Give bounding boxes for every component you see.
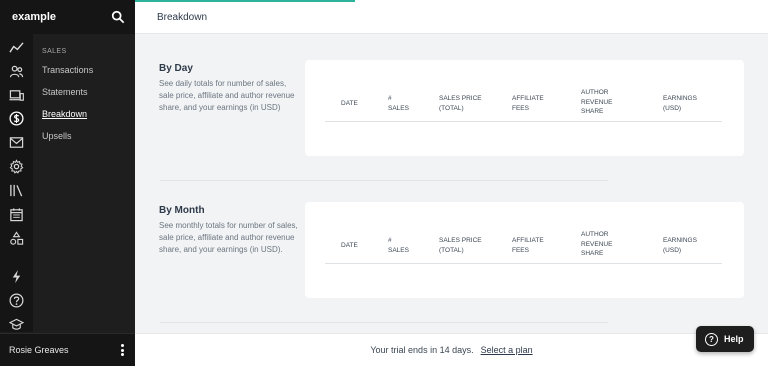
section-description: See daily totals for number of sales, sa… bbox=[159, 79, 295, 112]
dollar-icon[interactable] bbox=[9, 111, 24, 126]
loading-bar bbox=[135, 0, 355, 2]
by-day-table-card: DATE # SALES SALES PRICE (TOTAL) AFFILIA… bbox=[305, 60, 744, 156]
col-affiliate-fees: AFFILIATE FEES bbox=[512, 237, 544, 254]
help-label: Help bbox=[724, 334, 744, 344]
by-month-table-card: DATE # SALES SALES PRICE (TOTAL) AFFILIA… bbox=[305, 202, 744, 298]
question-icon: ? bbox=[705, 332, 718, 346]
table-header: DATE # SALES SALES PRICE (TOTAL) AFFILIA… bbox=[325, 84, 722, 122]
col-sales: # SALES bbox=[388, 95, 409, 112]
gear-icon[interactable] bbox=[9, 159, 24, 174]
shapes-icon[interactable] bbox=[9, 231, 24, 246]
nav-section-heading: SALES bbox=[42, 48, 67, 55]
select-plan-link[interactable]: Select a plan bbox=[481, 345, 533, 355]
col-sales-price: SALES PRICE (TOTAL) bbox=[439, 95, 482, 112]
col-date: DATE bbox=[341, 242, 358, 249]
section-by-day: By Day See daily totals for number of sa… bbox=[135, 34, 768, 180]
sidebar: example SALES Transactions Statements Br… bbox=[0, 0, 135, 366]
section-title: By Month bbox=[159, 205, 205, 216]
question-icon[interactable] bbox=[9, 293, 24, 308]
section-description: See monthly totals for number of sales, … bbox=[159, 221, 298, 254]
col-author-revenue-share: AUTHOR REVENUE SHARE bbox=[581, 89, 613, 115]
user-bar: Rosie Greaves bbox=[0, 333, 135, 366]
section-by-month: By Month See monthly totals for number o… bbox=[135, 181, 768, 323]
sidebar-item-upsells[interactable]: Upsells bbox=[33, 130, 135, 152]
more-vertical-icon[interactable] bbox=[117, 343, 127, 357]
devices-icon[interactable] bbox=[9, 88, 24, 103]
trial-message: Your trial ends in 14 days. bbox=[370, 345, 474, 355]
mail-icon[interactable] bbox=[9, 135, 24, 150]
calendar-icon[interactable] bbox=[9, 207, 24, 222]
users-icon[interactable] bbox=[9, 64, 24, 79]
col-sales-price: SALES PRICE (TOTAL) bbox=[439, 237, 482, 254]
sidebar-item-statements[interactable]: Statements bbox=[33, 86, 135, 108]
user-name[interactable]: Rosie Greaves bbox=[9, 345, 69, 355]
col-date: DATE bbox=[341, 100, 358, 107]
library-icon[interactable] bbox=[9, 183, 24, 198]
col-earnings: EARNINGS (USD) bbox=[663, 237, 697, 254]
col-earnings: EARNINGS (USD) bbox=[663, 95, 697, 112]
brand-bar: example bbox=[0, 0, 135, 34]
search-icon[interactable] bbox=[111, 10, 125, 24]
sidebar-item-transactions[interactable]: Transactions bbox=[33, 64, 135, 86]
graduation-cap-icon[interactable] bbox=[9, 317, 24, 332]
topbar: Breakdown bbox=[135, 0, 768, 34]
section-title: By Day bbox=[159, 63, 193, 74]
brand-name[interactable]: example bbox=[12, 11, 56, 23]
section-divider bbox=[160, 322, 608, 323]
icon-rail bbox=[0, 34, 33, 332]
page-title: Breakdown bbox=[157, 12, 208, 23]
trend-icon[interactable] bbox=[9, 40, 24, 55]
col-affiliate-fees: AFFILIATE FEES bbox=[512, 95, 544, 112]
help-button[interactable]: ? Help bbox=[696, 326, 754, 352]
sidebar-item-breakdown[interactable]: Breakdown bbox=[33, 108, 135, 130]
table-header: DATE # SALES SALES PRICE (TOTAL) AFFILIA… bbox=[325, 226, 722, 264]
sales-nav: SALES Transactions Statements Breakdown … bbox=[33, 34, 135, 152]
col-sales: # SALES bbox=[388, 237, 409, 254]
col-author-revenue-share: AUTHOR REVENUE SHARE bbox=[581, 231, 613, 257]
bolt-icon[interactable] bbox=[9, 269, 24, 284]
trial-banner: Your trial ends in 14 days. Select a pla… bbox=[135, 333, 768, 366]
